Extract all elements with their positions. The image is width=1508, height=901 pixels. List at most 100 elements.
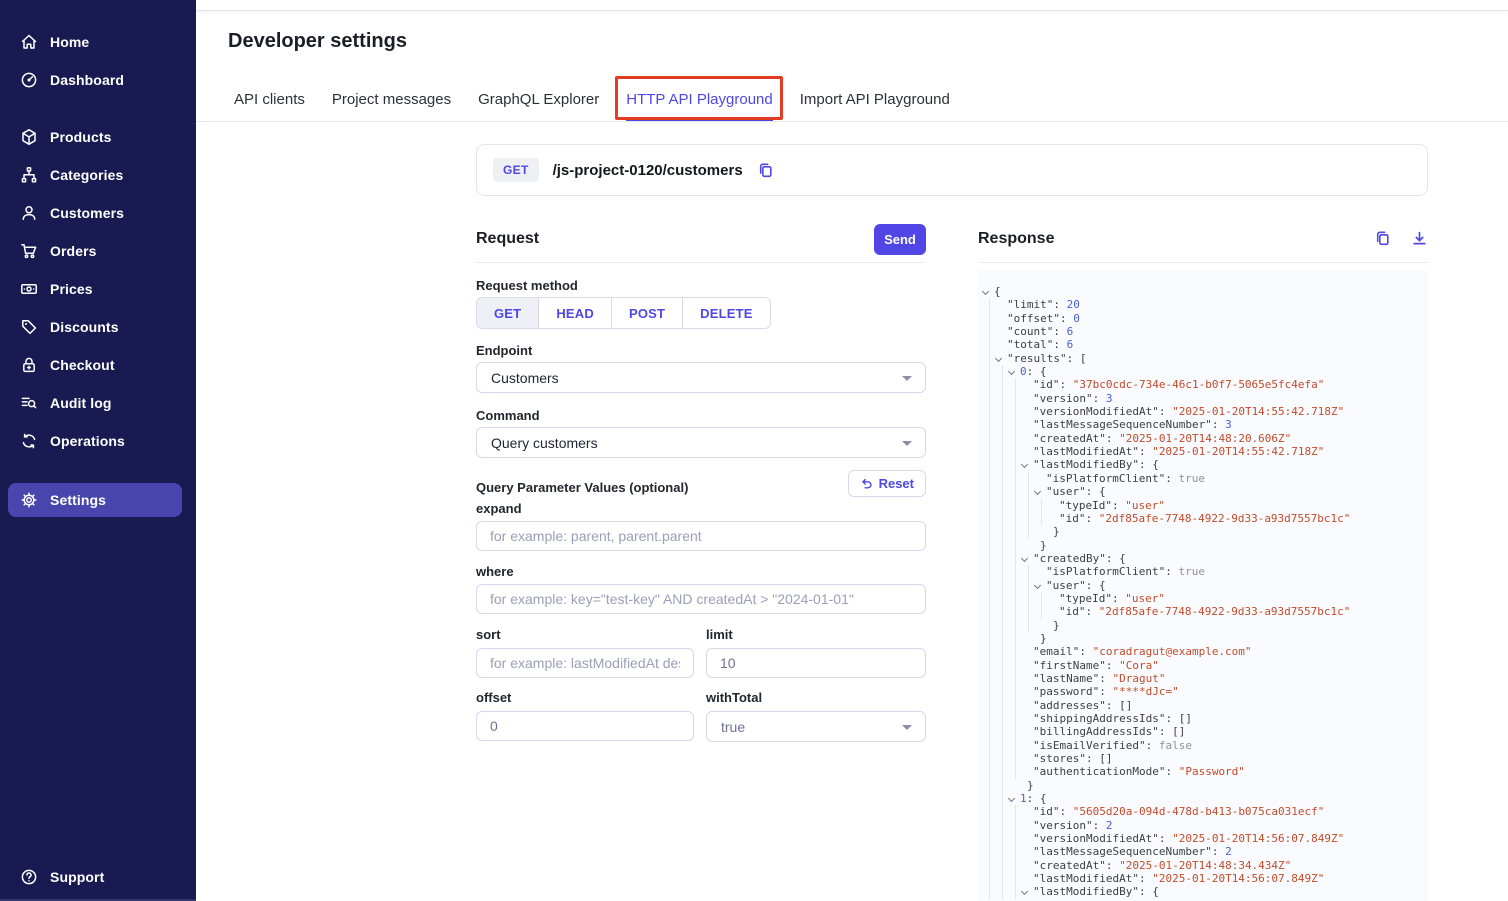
indent-guide [989, 352, 990, 365]
collapse-caret-icon[interactable] [1021, 888, 1028, 895]
send-button[interactable]: Send [874, 224, 926, 255]
collapse-caret-icon[interactable] [1034, 488, 1041, 495]
indent-guide [1002, 512, 1003, 525]
indent-guide [1015, 472, 1016, 485]
tab-import-api-playground[interactable]: Import API Playground [800, 91, 950, 122]
indent-guide [989, 685, 990, 698]
json-line: "results": [ [978, 352, 1428, 365]
indent-guide [1002, 552, 1003, 565]
copy-endpoint-button[interactable] [757, 162, 774, 179]
indent-guide [1002, 685, 1003, 698]
checkout-icon [19, 355, 39, 375]
sidebar-item-prices[interactable]: Prices [0, 270, 196, 308]
indent-guide [1002, 845, 1003, 858]
chevron-down-icon [902, 376, 912, 381]
copy-response-button[interactable] [1374, 230, 1391, 247]
sidebar-item-label: Prices [50, 281, 93, 297]
audit-log-icon [19, 393, 39, 413]
collapse-caret-icon[interactable] [1034, 582, 1041, 589]
command-select[interactable]: Query customers [476, 427, 926, 458]
json-line: "lastModifiedAt": "2025-01-20T14:56:07.8… [978, 872, 1428, 885]
indent-guide [1002, 445, 1003, 458]
indent-guide [989, 619, 990, 632]
response-json-viewer[interactable]: {"limit": 20"offset": 0"count": 6"total"… [978, 270, 1428, 901]
json-line: "isEmailVerified": false [978, 739, 1428, 752]
indent-guide [1015, 512, 1016, 525]
indent-guide [1028, 579, 1029, 592]
method-head-button[interactable]: HEAD [538, 298, 611, 328]
indent-guide [1002, 779, 1003, 792]
tab-project-messages[interactable]: Project messages [332, 91, 451, 122]
tab-graphql-explorer[interactable]: GraphQL Explorer [478, 91, 599, 122]
tab-http-api-playground[interactable]: HTTP API Playground [626, 91, 772, 122]
reset-button[interactable]: Reset [848, 470, 926, 497]
json-line: "createdAt": "2025-01-20T14:48:34.434Z" [978, 859, 1428, 872]
indent-guide [1015, 819, 1016, 832]
json-line: "versionModifiedAt": "2025-01-20T14:55:4… [978, 405, 1428, 418]
json-line: "password": "****dJc=" [978, 685, 1428, 698]
indent-guide [989, 472, 990, 485]
collapse-caret-icon[interactable] [1021, 461, 1028, 468]
json-line: "authenticationMode": "Password" [978, 765, 1428, 778]
json-line: } [978, 539, 1428, 552]
sidebar-item-operations[interactable]: Operations [0, 422, 196, 460]
collapse-caret-icon[interactable] [995, 355, 1002, 362]
sidebar-item-products[interactable]: Products [0, 118, 196, 156]
reset-button-label: Reset [879, 476, 914, 491]
collapse-caret-icon[interactable] [1008, 795, 1015, 802]
indent-guide [1002, 565, 1003, 578]
json-line: "versionModifiedAt": "2025-01-20T14:56:0… [978, 832, 1428, 845]
sidebar-item-checkout[interactable]: Checkout [0, 346, 196, 384]
indent-guide [1041, 592, 1042, 605]
indent-guide [1002, 659, 1003, 672]
indent-guide [1002, 392, 1003, 405]
sidebar-item-orders[interactable]: Orders [0, 232, 196, 270]
tab-api-clients[interactable]: API clients [234, 91, 305, 122]
indent-guide [1041, 605, 1042, 618]
main-content: Developer settings API clientsProject me… [196, 0, 1508, 901]
sidebar-item-categories[interactable]: Categories [0, 156, 196, 194]
indent-guide [1015, 432, 1016, 445]
collapse-caret-icon[interactable] [1021, 555, 1028, 562]
method-get-button[interactable]: GET [477, 298, 538, 328]
indent-guide [1002, 499, 1003, 512]
sidebar-item-discounts[interactable]: Discounts [0, 308, 196, 346]
endpoint-select[interactable]: Customers [476, 362, 926, 393]
indent-guide [1015, 378, 1016, 391]
sidebar-item-customers[interactable]: Customers [0, 194, 196, 232]
indent-guide [1015, 765, 1016, 778]
sidebar-item-label: Discounts [50, 319, 119, 335]
json-line: "id": "5605d20a-094d-478d-b413-b075ca031… [978, 805, 1428, 818]
json-line: "lastModifiedBy": { [978, 458, 1428, 471]
expand-input[interactable] [476, 521, 926, 551]
indent-guide [989, 712, 990, 725]
indent-guide [1015, 565, 1016, 578]
query-params-label: Query Parameter Values (optional) [476, 480, 688, 495]
collapse-caret-icon[interactable] [1008, 368, 1015, 375]
json-line: "shippingAddressIds": [] [978, 712, 1428, 725]
sidebar-item-audit-log[interactable]: Audit log [0, 384, 196, 422]
sidebar-item-support[interactable]: Support [0, 858, 196, 896]
collapse-caret-icon[interactable] [982, 288, 989, 295]
sidebar-item-dashboard[interactable]: Dashboard [0, 61, 196, 99]
expand-label: expand [476, 501, 522, 516]
limit-input[interactable] [706, 648, 926, 678]
sidebar-item-home[interactable]: Home [0, 23, 196, 61]
where-input[interactable] [476, 584, 926, 614]
json-line: "addresses": [] [978, 699, 1428, 712]
offset-input[interactable] [476, 711, 694, 741]
json-line: "version": 2 [978, 819, 1428, 832]
json-line: "stores": [] [978, 752, 1428, 765]
indent-guide [1015, 405, 1016, 418]
request-method-label: Request method [476, 278, 578, 293]
download-response-button[interactable] [1411, 230, 1428, 247]
withtotal-select[interactable]: true [706, 711, 926, 742]
response-divider [978, 262, 1428, 263]
method-post-button[interactable]: POST [611, 298, 682, 328]
sidebar-item-label: Orders [50, 243, 97, 259]
method-delete-button[interactable]: DELETE [682, 298, 769, 328]
sidebar-item-settings[interactable]: Settings [8, 483, 182, 517]
json-line: "lastName": "Dragut" [978, 672, 1428, 685]
limit-label: limit [706, 627, 733, 642]
sort-input[interactable] [476, 648, 694, 678]
